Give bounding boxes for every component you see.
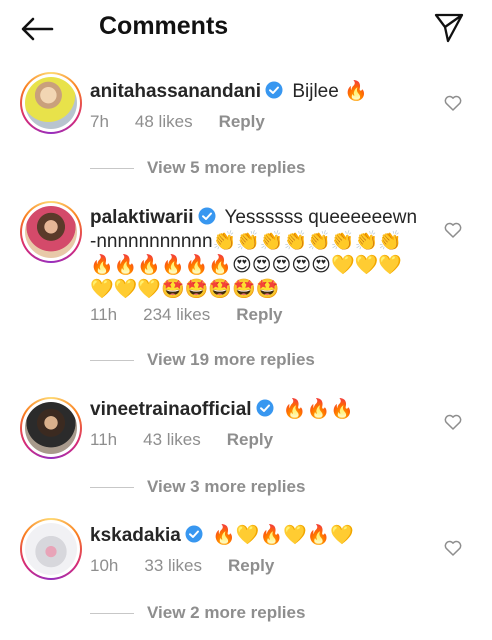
comment-time: 11h bbox=[90, 430, 118, 449]
comment-username[interactable]: kskadakia bbox=[90, 525, 181, 546]
comment-meta: 11h 234 likes Reply bbox=[90, 305, 309, 325]
comment-time: 10h bbox=[90, 556, 119, 575]
avatar[interactable] bbox=[20, 72, 82, 134]
comment-meta: 10h 33 likes Reply bbox=[90, 556, 300, 576]
view-more-replies[interactable]: View 5 more replies bbox=[90, 158, 305, 178]
comment-text: kskadakia 🔥💛🔥💛🔥💛 bbox=[90, 524, 435, 548]
comment-body: 🔥🔥🔥 bbox=[282, 399, 354, 420]
arrow-left-icon[interactable] bbox=[18, 14, 58, 44]
divider bbox=[90, 359, 134, 361]
avatar[interactable] bbox=[20, 201, 82, 263]
heart-icon[interactable] bbox=[444, 540, 462, 556]
comment-meta: 11h 43 likes Reply bbox=[90, 430, 299, 450]
divider bbox=[90, 612, 134, 614]
heart-icon[interactable] bbox=[444, 222, 462, 238]
divider bbox=[90, 486, 134, 488]
heart-icon[interactable] bbox=[444, 95, 462, 111]
avatar[interactable] bbox=[20, 518, 82, 580]
comment-username[interactable]: vineetrainaofficial bbox=[90, 399, 252, 420]
comment-likes[interactable]: 48 likes bbox=[135, 112, 193, 132]
view-more-label: View 5 more replies bbox=[147, 158, 306, 177]
comment-text: palaktiwarii Yessssss queeeeeewn-nnnnnnn… bbox=[90, 206, 420, 302]
page-title: Comments bbox=[99, 12, 229, 40]
view-more-label: View 2 more replies bbox=[147, 603, 306, 622]
comment-body: Bijlee 🔥 bbox=[292, 81, 368, 102]
reply-button[interactable]: Reply bbox=[227, 430, 273, 450]
header: Comments bbox=[0, 0, 492, 58]
comment-time: 7h bbox=[90, 112, 109, 131]
verified-badge-icon bbox=[265, 81, 283, 99]
verified-badge-icon bbox=[198, 207, 215, 225]
reply-button[interactable]: Reply bbox=[228, 556, 274, 576]
avatar[interactable] bbox=[20, 397, 82, 459]
comment-text: vineetrainaofficial 🔥🔥🔥 bbox=[90, 398, 435, 422]
view-more-label: View 3 more replies bbox=[147, 477, 306, 496]
comment-body: 🔥💛🔥💛🔥💛 bbox=[212, 525, 355, 546]
comment-username[interactable]: anitahassanandani bbox=[90, 81, 261, 102]
view-more-replies[interactable]: View 3 more replies bbox=[90, 477, 305, 497]
heart-icon[interactable] bbox=[444, 414, 462, 430]
reply-button[interactable]: Reply bbox=[236, 305, 282, 325]
view-more-replies[interactable]: View 2 more replies bbox=[90, 603, 305, 623]
comment-text: anitahassanandani Bijlee 🔥 bbox=[90, 80, 435, 104]
divider bbox=[90, 167, 134, 169]
comment-likes[interactable]: 43 likes bbox=[143, 430, 201, 450]
comment-time: 11h bbox=[90, 305, 118, 324]
verified-badge-icon bbox=[185, 525, 203, 543]
comment-likes[interactable]: 234 likes bbox=[143, 305, 210, 325]
view-more-replies[interactable]: View 19 more replies bbox=[90, 350, 315, 370]
view-more-label: View 19 more replies bbox=[147, 350, 315, 369]
paper-plane-icon[interactable] bbox=[432, 10, 466, 44]
verified-badge-icon bbox=[256, 399, 274, 417]
comment-meta: 7h 48 likes Reply bbox=[90, 112, 291, 132]
comment-username[interactable]: palaktiwarii bbox=[90, 207, 194, 228]
comment-likes[interactable]: 33 likes bbox=[144, 556, 202, 576]
reply-button[interactable]: Reply bbox=[219, 112, 265, 132]
